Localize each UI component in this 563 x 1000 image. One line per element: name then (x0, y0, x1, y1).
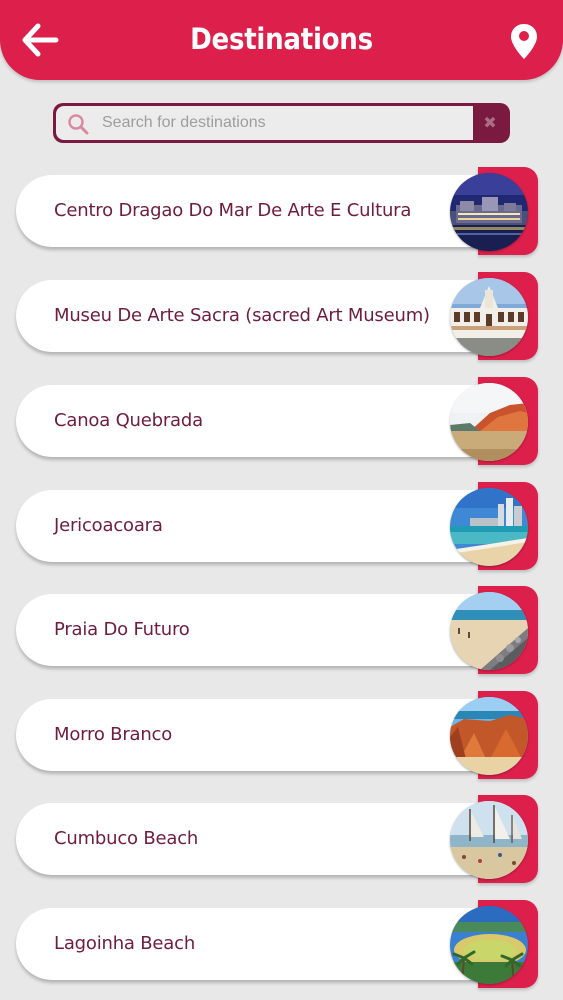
list-item[interactable]: Praia Do Futuro (16, 586, 538, 674)
destination-name: Cumbuco Beach (54, 828, 199, 849)
destination-name: Praia Do Futuro (54, 619, 190, 640)
palm-lagoon-photo (450, 906, 528, 984)
list-item[interactable]: Jericoacoara (16, 482, 538, 570)
destination-name: Morro Branco (54, 724, 173, 745)
sailboats-beach-photo (450, 801, 528, 879)
rocky-beach-photo (450, 592, 528, 670)
destination-name: Jericoacoara (54, 515, 163, 536)
night-building-photo (450, 173, 528, 251)
list-item[interactable]: Lagoinha Beach (16, 900, 538, 988)
list-item[interactable]: Cumbuco Beach (16, 795, 538, 883)
list-item[interactable]: Centro Dragao Do Mar De Arte E Cultura (16, 167, 538, 255)
red-cliffs-beach-photo (450, 383, 528, 461)
destination-name: Canoa Quebrada (54, 410, 203, 431)
destination-list: Centro Dragao Do Mar De Arte E Cultura M… (0, 0, 563, 1000)
list-item[interactable]: Morro Branco (16, 691, 538, 779)
destination-name: Museu De Arte Sacra (sacred Art Museum) (54, 305, 430, 326)
orange-dunes-photo (450, 697, 528, 775)
list-item[interactable]: Canoa Quebrada (16, 377, 538, 465)
list-item[interactable]: Museu De Arte Sacra (sacred Art Museum) (16, 272, 538, 360)
destination-name: Centro Dragao Do Mar De Arte E Cultura (54, 200, 412, 221)
city-beach-photo (450, 488, 528, 566)
destination-name: Lagoinha Beach (54, 933, 196, 954)
museum-facade-photo (450, 278, 528, 356)
